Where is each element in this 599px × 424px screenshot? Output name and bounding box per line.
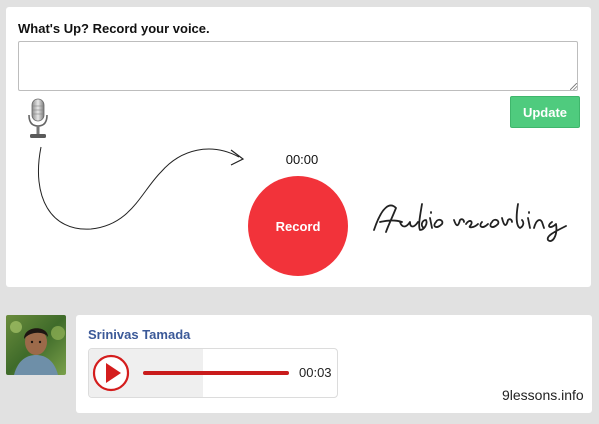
user-name-link[interactable]: Srinivas Tamada <box>88 327 190 342</box>
brand-watermark: 9lessons.info <box>502 387 584 403</box>
recording-timer: 00:00 <box>285 152 319 167</box>
audio-duration: 00:03 <box>299 365 332 380</box>
audio-recording-handwriting <box>373 203 567 242</box>
audio-player: 00:03 <box>88 348 338 398</box>
update-button[interactable]: Update <box>510 96 580 128</box>
microphone-icon[interactable] <box>25 98 51 140</box>
record-button[interactable]: Record <box>248 176 348 276</box>
arrow-decoration <box>37 146 245 230</box>
textarea-resize-handle[interactable] <box>570 83 577 90</box>
user-avatar[interactable] <box>6 315 66 375</box>
play-icon[interactable] <box>92 354 130 392</box>
status-composer-card: What's Up? Record your voice. Update 00:… <box>6 7 591 287</box>
status-textarea[interactable] <box>18 41 578 91</box>
audio-progress-fill <box>143 371 289 375</box>
audio-progress-track[interactable] <box>143 371 289 375</box>
composer-title: What's Up? Record your voice. <box>18 21 210 36</box>
